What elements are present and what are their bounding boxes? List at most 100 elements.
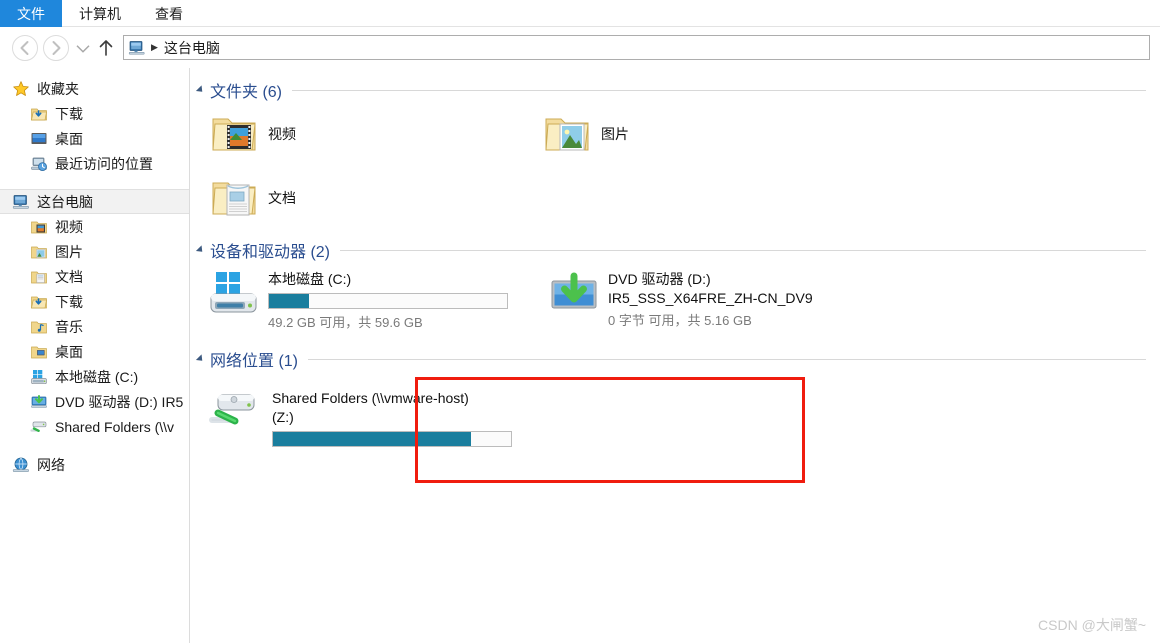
folder-tile-videos[interactable]: 视频 bbox=[190, 102, 523, 166]
sidebar-item-local-disk-c[interactable]: 本地磁盘 (C:) bbox=[0, 364, 189, 389]
sidebar-group-separator-2 bbox=[0, 439, 189, 452]
windows-drive-icon bbox=[30, 368, 48, 386]
watermark: CSDN @大闸蟹~ bbox=[1038, 617, 1146, 633]
capacity-bar bbox=[268, 293, 508, 309]
recent-places-icon bbox=[30, 155, 48, 173]
windows-drive-icon bbox=[208, 268, 260, 320]
forward-icon[interactable] bbox=[43, 34, 69, 61]
content-pane: 文件夹 (6) 视频 图片 文档 设备和驱动器 (2) 本地磁盘 (C:) 49… bbox=[190, 68, 1160, 643]
sidebar-item-label: 下载 bbox=[55, 293, 83, 310]
sidebar-item-label: 收藏夹 bbox=[37, 80, 79, 97]
drive-tile-shared-folders-z[interactable]: Shared Folders (\\vmware-host) (Z:) bbox=[190, 371, 1160, 450]
sidebar-item-label: 桌面 bbox=[55, 130, 83, 147]
sidebar-item-label: 视频 bbox=[55, 218, 83, 235]
tab-computer[interactable]: 计算机 bbox=[62, 0, 138, 27]
sidebar-item-videos[interactable]: 视频 bbox=[0, 214, 189, 239]
sidebar-group-separator bbox=[0, 176, 189, 189]
capacity-bar bbox=[272, 431, 512, 447]
folder-tile-pictures[interactable]: 图片 bbox=[523, 102, 856, 166]
capacity-bar-fill bbox=[273, 432, 471, 446]
sidebar-item-label: 下载 bbox=[55, 105, 83, 122]
folder-tile-label: 视频 bbox=[268, 125, 296, 142]
drive-tile-dvd-drive-d[interactable]: DVD 驱动器 (D:) IR5_SSS_X64FRE_ZH-CN_DV9 0 … bbox=[530, 262, 870, 337]
folder-tile-label: 文档 bbox=[268, 189, 296, 206]
pictures-folder-icon bbox=[541, 108, 593, 160]
sidebar-item-music[interactable]: 音乐 bbox=[0, 314, 189, 339]
drive-letter: (Z:) bbox=[272, 409, 294, 425]
collapse-triangle-icon[interactable] bbox=[195, 85, 206, 95]
sidebar-item-downloads-2[interactable]: 下载 bbox=[0, 289, 189, 314]
sidebar-item-label: 这台电脑 bbox=[37, 193, 93, 210]
sidebar-item-desktop-2[interactable]: 桌面 bbox=[0, 339, 189, 364]
up-one-level-icon[interactable] bbox=[94, 35, 118, 61]
dvd-drive-icon bbox=[30, 393, 48, 411]
sidebar-item-label: 音乐 bbox=[55, 318, 83, 335]
group-title: 文件夹 (6) bbox=[210, 84, 283, 101]
sidebar-item-recent-places[interactable]: 最近访问的位置 bbox=[0, 151, 189, 176]
sidebar-item-this-pc[interactable]: 这台电脑 bbox=[0, 189, 189, 214]
this-pc-icon bbox=[12, 193, 30, 211]
sidebar-item-network[interactable]: 网络 bbox=[0, 452, 189, 477]
drive-name: 本地磁盘 (C:) bbox=[268, 271, 352, 287]
sidebar-item-favorites[interactable]: 收藏夹 bbox=[0, 76, 189, 101]
network-icon bbox=[12, 456, 30, 474]
address-bar[interactable]: ▶ 这台电脑 bbox=[123, 35, 1150, 60]
group-divider bbox=[292, 89, 1146, 91]
group-header-folders[interactable]: 文件夹 (6) bbox=[190, 78, 1160, 102]
videos-folder-icon bbox=[30, 218, 48, 236]
sidebar-item-documents[interactable]: 文档 bbox=[0, 264, 189, 289]
network-drive-icon bbox=[30, 418, 48, 436]
sidebar-item-label: 网络 bbox=[37, 456, 65, 473]
sidebar-item-label: 图片 bbox=[55, 243, 83, 260]
group-divider bbox=[308, 358, 1146, 360]
group-header-network-locations[interactable]: 网络位置 (1) bbox=[190, 347, 1160, 371]
navigation-pane: 收藏夹 下载 桌面 最近访问的位置 这台电脑 视频 图片 文档 下载 音乐 桌面… bbox=[0, 68, 190, 643]
sidebar-item-label: 文档 bbox=[55, 268, 83, 285]
drive-volume-label: IR5_SSS_X64FRE_ZH-CN_DV9 bbox=[608, 290, 813, 306]
music-folder-icon bbox=[30, 318, 48, 336]
collapse-triangle-icon[interactable] bbox=[195, 354, 206, 364]
star-icon bbox=[12, 80, 30, 98]
collapse-triangle-icon[interactable] bbox=[195, 245, 206, 255]
sidebar-item-desktop[interactable]: 桌面 bbox=[0, 126, 189, 151]
sidebar-item-label: DVD 驱动器 (D:) IR5 bbox=[55, 393, 184, 410]
downloads-folder-icon bbox=[30, 293, 48, 311]
recent-locations-chevron-down-icon[interactable] bbox=[74, 35, 92, 61]
pictures-folder-icon bbox=[30, 243, 48, 261]
tab-view[interactable]: 查看 bbox=[138, 0, 200, 27]
explorer-body: 收藏夹 下载 桌面 最近访问的位置 这台电脑 视频 图片 文档 下载 音乐 桌面… bbox=[0, 68, 1160, 643]
drive-capacity-text: 49.2 GB 可用，共 59.6 GB bbox=[268, 315, 423, 330]
downloads-folder-icon bbox=[30, 105, 48, 123]
drive-name: Shared Folders (\\vmware-host) bbox=[272, 390, 469, 406]
drive-tile-list: 本地磁盘 (C:) 49.2 GB 可用，共 59.6 GB DVD 驱动器 (… bbox=[190, 262, 1160, 337]
capacity-bar-fill bbox=[269, 294, 310, 308]
desktop-folder-icon bbox=[30, 343, 48, 361]
folder-tile-documents[interactable]: 文档 bbox=[190, 166, 523, 230]
navigation-bar: ▶ 这台电脑 bbox=[0, 27, 1160, 68]
sidebar-item-label: 最近访问的位置 bbox=[55, 155, 153, 172]
drive-name: DVD 驱动器 (D:) bbox=[608, 271, 711, 287]
dvd-drive-icon bbox=[548, 268, 600, 320]
group-title: 设备和驱动器 (2) bbox=[210, 244, 331, 261]
back-icon[interactable] bbox=[12, 34, 38, 61]
sidebar-item-label: 桌面 bbox=[55, 343, 83, 360]
breadcrumb-current-location[interactable]: 这台电脑 bbox=[164, 38, 220, 58]
group-title: 网络位置 (1) bbox=[210, 353, 299, 370]
sidebar-item-dvd-drive-d[interactable]: DVD 驱动器 (D:) IR5 bbox=[0, 389, 189, 414]
drive-capacity-text: 0 字节 可用，共 5.16 GB bbox=[608, 313, 752, 328]
folder-tile-label: 图片 bbox=[601, 125, 629, 142]
folder-tile-list: 视频 图片 文档 bbox=[190, 102, 1160, 230]
ribbon-tab-strip: 文件 计算机 查看 bbox=[0, 0, 1160, 27]
network-drive-icon bbox=[208, 387, 260, 439]
sidebar-item-pictures[interactable]: 图片 bbox=[0, 239, 189, 264]
this-pc-icon bbox=[128, 40, 146, 56]
documents-folder-icon bbox=[208, 172, 260, 224]
tab-file[interactable]: 文件 bbox=[0, 0, 62, 27]
sidebar-item-downloads[interactable]: 下载 bbox=[0, 101, 189, 126]
group-header-devices-and-drives[interactable]: 设备和驱动器 (2) bbox=[190, 238, 1160, 262]
desktop-icon bbox=[30, 130, 48, 148]
videos-folder-icon bbox=[208, 108, 260, 160]
drive-tile-local-disk-c[interactable]: 本地磁盘 (C:) 49.2 GB 可用，共 59.6 GB bbox=[190, 262, 530, 337]
sidebar-item-shared-folders[interactable]: Shared Folders (\\v bbox=[0, 414, 189, 439]
group-divider bbox=[340, 249, 1146, 251]
